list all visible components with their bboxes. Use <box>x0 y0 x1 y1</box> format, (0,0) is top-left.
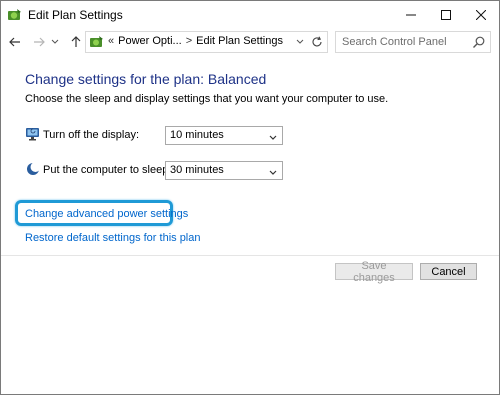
minimize-button[interactable] <box>394 1 428 29</box>
address-dropdown-button[interactable] <box>294 35 306 49</box>
window-title: Edit Plan Settings <box>28 8 123 22</box>
window-frame: Edit Plan Settings « Power Opti... > Edi… <box>0 0 500 395</box>
search-icon[interactable] <box>472 35 486 49</box>
address-bar[interactable]: « Power Opti... > Edit Plan Settings <box>85 31 309 53</box>
breadcrumb-power-options[interactable]: Power Opti... <box>118 35 182 47</box>
close-icon <box>476 10 486 20</box>
breadcrumb-overflow[interactable]: « <box>108 35 114 47</box>
page-description: Choose the sleep and display settings th… <box>25 93 389 105</box>
recent-locations-button[interactable] <box>49 33 61 51</box>
chevron-down-icon <box>296 39 304 44</box>
power-options-icon <box>7 7 23 23</box>
breadcrumb-edit-plan-settings[interactable]: Edit Plan Settings <box>196 35 283 47</box>
refresh-button[interactable] <box>307 31 328 53</box>
title-bar[interactable]: Edit Plan Settings <box>1 1 499 29</box>
chevron-down-icon <box>51 39 59 44</box>
monitor-icon <box>25 126 41 142</box>
restore-defaults-link[interactable]: Restore default settings for this plan <box>25 232 200 244</box>
minimize-icon <box>406 14 416 16</box>
advanced-power-settings-link[interactable]: Change advanced power settings <box>25 208 188 220</box>
page-title: Change settings for the plan: Balanced <box>25 71 267 87</box>
save-changes-button[interactable]: Save changes <box>335 260 413 284</box>
maximize-button[interactable] <box>429 1 463 29</box>
breadcrumb-separator[interactable]: > <box>186 35 192 47</box>
up-button[interactable] <box>67 33 85 51</box>
search-input[interactable]: Search Control Panel <box>335 31 491 53</box>
close-button[interactable] <box>464 1 498 29</box>
cancel-button[interactable]: Cancel <box>420 263 477 280</box>
forward-button[interactable] <box>30 33 48 51</box>
display-timeout-select[interactable]: 10 minutes <box>165 126 283 145</box>
sleep-timeout-select[interactable]: 30 minutes <box>165 161 283 180</box>
up-arrow-icon <box>71 36 81 47</box>
maximize-icon <box>441 10 451 20</box>
display-timeout-label: Turn off the display: <box>43 129 139 141</box>
search-placeholder: Search Control Panel <box>342 36 447 48</box>
chevron-down-icon <box>268 130 278 140</box>
footer-divider <box>1 255 499 256</box>
back-arrow-icon <box>9 37 20 47</box>
moon-icon <box>25 161 41 177</box>
forward-arrow-icon <box>34 37 45 47</box>
sleep-timeout-value: 30 minutes <box>170 164 224 176</box>
control-panel-icon <box>89 34 105 50</box>
display-timeout-value: 10 minutes <box>170 129 224 141</box>
navigation-bar: « Power Opti... > Edit Plan Settings Sea… <box>1 29 499 55</box>
breadcrumb: « Power Opti... > Edit Plan Settings <box>108 35 283 47</box>
back-button[interactable] <box>6 33 24 51</box>
refresh-icon <box>312 36 322 47</box>
sleep-timeout-label: Put the computer to sleep: <box>43 164 172 176</box>
chevron-down-icon <box>268 165 278 175</box>
